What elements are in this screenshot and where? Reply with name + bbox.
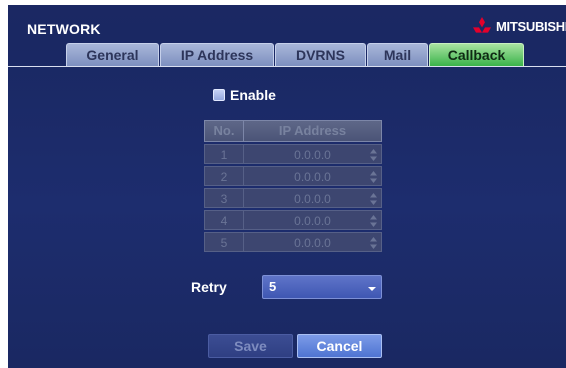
tab-divider — [8, 66, 566, 67]
tab-dvrns[interactable]: DVRNS — [275, 43, 366, 66]
chevron-down-icon — [368, 287, 376, 291]
dialog-title: NETWORK — [27, 21, 101, 37]
row-number: 1 — [204, 144, 244, 164]
ip-address-value: 0.0.0.0 — [294, 148, 331, 162]
table-row: 4 0.0.0.0 — [204, 210, 382, 230]
ip-address-field[interactable]: 0.0.0.0 — [244, 166, 382, 186]
save-button[interactable]: Save — [208, 334, 293, 358]
ip-address-field[interactable]: 0.0.0.0 — [244, 144, 382, 164]
spinner-icon[interactable] — [370, 193, 377, 205]
table-row: 5 0.0.0.0 — [204, 232, 382, 252]
brand-name: MITSUBISHI — [496, 19, 566, 34]
enable-option[interactable]: Enable — [213, 87, 276, 103]
tab-callback[interactable]: Callback — [429, 43, 524, 66]
retry-dropdown[interactable]: 5 — [262, 275, 382, 299]
spinner-icon[interactable] — [370, 215, 377, 227]
mitsubishi-logo-icon — [473, 17, 491, 33]
tab-ip-address[interactable]: IP Address — [160, 43, 274, 66]
column-header-ip-address: IP Address — [278, 123, 347, 138]
ip-address-field[interactable]: 0.0.0.0 — [244, 188, 382, 208]
ip-address-field[interactable]: 0.0.0.0 — [244, 210, 382, 230]
spinner-icon[interactable] — [370, 171, 377, 183]
ip-address-value: 0.0.0.0 — [294, 170, 331, 184]
enable-label: Enable — [230, 87, 276, 103]
callback-ip-table: No. IP Address 1 0.0.0.0 2 0.0.0.0 3 0.0… — [204, 120, 382, 252]
table-header: No. IP Address — [204, 120, 382, 142]
row-number: 4 — [204, 210, 244, 230]
table-row: 3 0.0.0.0 — [204, 188, 382, 208]
ip-address-field[interactable]: 0.0.0.0 — [244, 232, 382, 252]
brand-logo: MITSUBISHI — [471, 17, 566, 36]
ip-address-value: 0.0.0.0 — [294, 214, 331, 228]
spinner-icon[interactable] — [370, 149, 377, 161]
row-number: 2 — [204, 166, 244, 186]
ip-address-value: 0.0.0.0 — [294, 236, 331, 250]
enable-checkbox[interactable] — [213, 89, 225, 101]
retry-label: Retry — [191, 279, 227, 295]
retry-value: 5 — [269, 279, 277, 294]
column-header-no: No. — [205, 121, 244, 141]
network-dialog: NETWORK MITSUBISHI General IP Address DV… — [8, 5, 566, 368]
spinner-icon[interactable] — [370, 237, 377, 249]
row-number: 5 — [204, 232, 244, 252]
ip-address-value: 0.0.0.0 — [294, 192, 331, 206]
row-number: 3 — [204, 188, 244, 208]
table-row: 1 0.0.0.0 — [204, 144, 382, 164]
table-row: 2 0.0.0.0 — [204, 166, 382, 186]
tab-mail[interactable]: Mail — [367, 43, 428, 66]
tab-general[interactable]: General — [66, 43, 159, 66]
cancel-button[interactable]: Cancel — [297, 334, 382, 358]
